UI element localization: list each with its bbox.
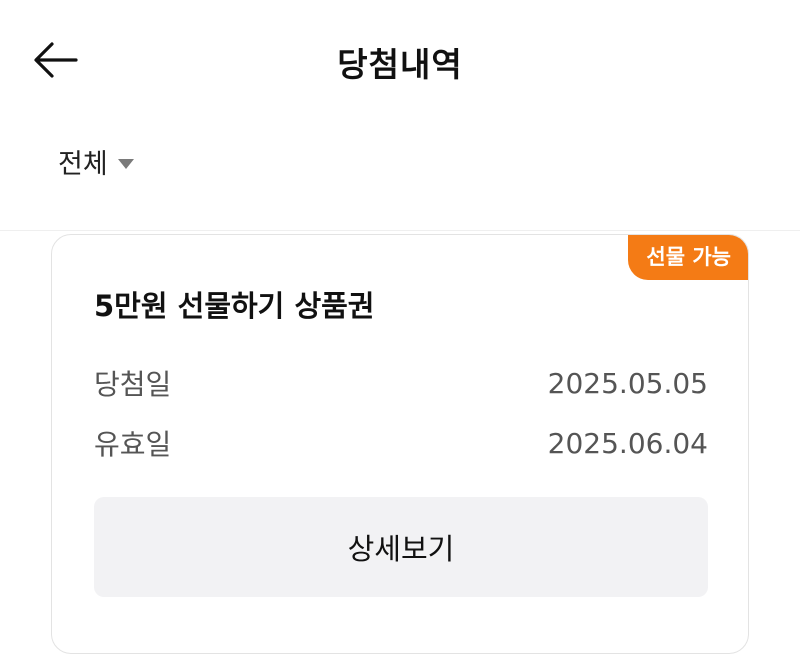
product-name: 5만원 선물하기 상품권 xyxy=(94,289,375,323)
page-title: 당첨내역 xyxy=(337,45,463,84)
view-details-button[interactable]: 상세보기 xyxy=(94,497,708,597)
filter-label: 전체 xyxy=(58,149,108,180)
filter-dropdown[interactable]: 전체 xyxy=(58,142,134,181)
expiry-date-row: 유효일 2025.06.04 xyxy=(94,423,708,463)
caret-down-icon xyxy=(117,158,134,169)
win-date-row: 당첨일 2025.05.05 xyxy=(94,363,708,403)
expiry-date-label: 유효일 xyxy=(94,428,172,461)
win-date-value: 2025.05.05 xyxy=(547,366,708,400)
app-header: 당첨내역 xyxy=(0,0,800,120)
expiry-date-value: 2025.06.04 xyxy=(547,426,708,460)
section-divider xyxy=(0,230,800,231)
prize-card: 선물 가능 5만원 선물하기 상품권 당첨일 2025.05.05 유효일 20… xyxy=(51,234,749,654)
gift-available-badge: 선물 가능 xyxy=(628,235,748,280)
win-date-label: 당첨일 xyxy=(94,368,172,401)
